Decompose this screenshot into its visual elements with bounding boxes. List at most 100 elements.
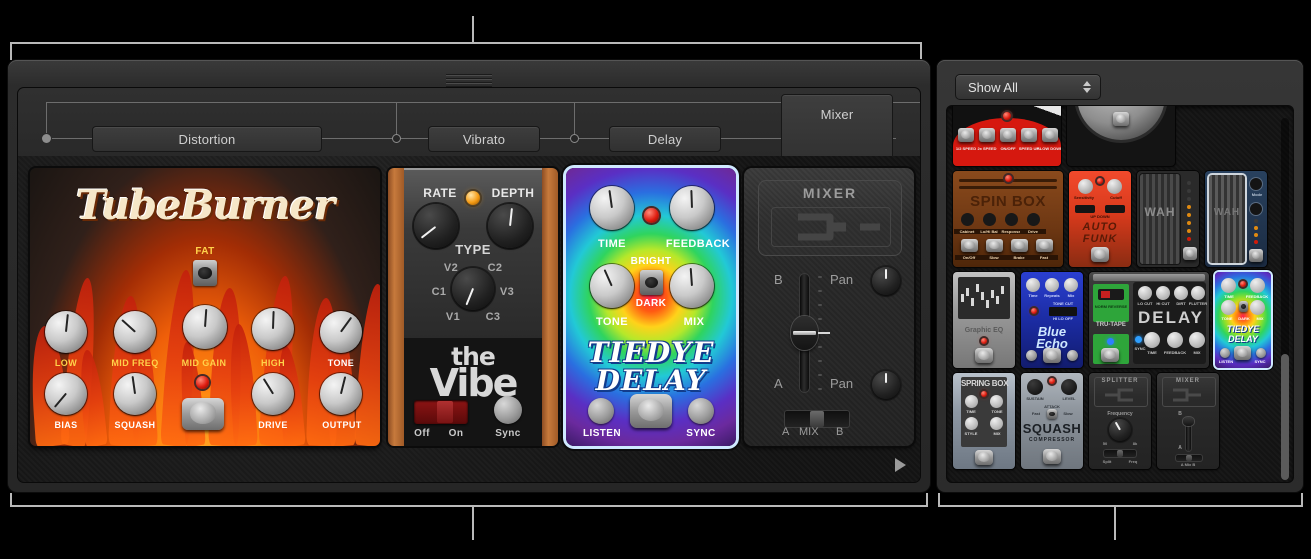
tiedye-time-knob[interactable]	[590, 186, 634, 230]
browser-tile-spring-box[interactable]: SPRING BOX TIME TONE STYLE MIX	[953, 373, 1015, 469]
browser-tile-squash-compressor[interactable]: SUSTAIN LEVEL ATTACK Fast Slow SQUASH CO…	[1021, 373, 1083, 469]
tile-knob[interactable]	[1191, 286, 1205, 300]
tiedye-mix-knob[interactable]	[670, 264, 714, 308]
chain-slot-delay[interactable]: Delay	[609, 126, 721, 152]
tile-knob[interactable]	[1221, 278, 1236, 293]
tile-listen-button[interactable]	[1220, 348, 1230, 358]
tubeburner-footswitch[interactable]	[182, 398, 224, 430]
tile-footswitch[interactable]	[1011, 239, 1028, 252]
tiedye-bright-dark-toggle[interactable]	[640, 270, 663, 295]
tile-knob[interactable]	[1027, 213, 1040, 226]
tile-knob[interactable]	[1107, 179, 1122, 194]
tile-knob[interactable]	[965, 395, 978, 408]
browser-tile-total-tremolo[interactable]: Total Tremolo 1/2 SPEED 2x SPEED ON/OFF	[953, 106, 1061, 166]
tile-knob[interactable]	[1189, 332, 1205, 348]
knob-mid-gain[interactable]	[183, 305, 227, 349]
tile-knob[interactable]	[1156, 286, 1170, 300]
tiedye-feedback-knob[interactable]	[670, 186, 714, 230]
tile-knob[interactable]	[1064, 278, 1078, 292]
tile-sync-button[interactable]	[1067, 350, 1078, 361]
tile-knob[interactable]	[1078, 179, 1093, 194]
knob-high[interactable]	[252, 308, 294, 350]
tile-sync-button[interactable]	[1256, 348, 1266, 358]
tile-footswitch[interactable]	[1113, 112, 1129, 126]
tile-footswitch[interactable]	[1234, 346, 1251, 360]
browser-tile-wah-dark[interactable]: WAH	[1137, 171, 1199, 267]
tiedye-listen-button[interactable]	[588, 398, 614, 424]
tiedye-footswitch[interactable]	[630, 394, 672, 428]
browser-tile-mixer[interactable]: MIXER B A A Mix B	[1157, 373, 1219, 469]
tile-footswitch[interactable]	[1036, 239, 1053, 252]
browser-scrollbar-thumb[interactable]	[1281, 354, 1289, 480]
browser-tile-splitter[interactable]: SPLITTER Frequency 50 8k Split Freq	[1089, 373, 1151, 469]
knob-low[interactable]	[45, 311, 87, 353]
chain-slot-distortion[interactable]: Distortion	[92, 126, 322, 152]
chain-slot-mixer[interactable]: Mixer	[781, 94, 893, 156]
tile-knob[interactable]	[1138, 286, 1152, 300]
deck-scroll-right-arrow[interactable]	[895, 458, 906, 472]
tile-knob[interactable]	[965, 417, 978, 430]
tile-footswitch[interactable]	[1043, 348, 1061, 363]
browser-tile-spin-box[interactable]: SPIN BOX Cabinet Lo/Hi Bal Response Driv…	[953, 171, 1063, 267]
vibe-onoff-switch[interactable]	[414, 400, 468, 424]
tile-knob[interactable]	[1026, 278, 1040, 292]
chain-node-1[interactable]	[392, 134, 401, 143]
tiedye-tone-knob[interactable]	[590, 264, 634, 308]
knob-bias[interactable]	[45, 373, 87, 415]
pedal-tubeburner[interactable]: TubeBurner FAT LOW MID FREQ MID GAIN HIG…	[30, 168, 380, 446]
tile-knob[interactable]	[990, 417, 1003, 430]
tubeburner-fat-toggle[interactable]	[193, 260, 217, 286]
tile-footswitch[interactable]	[1021, 128, 1037, 142]
browser-filter-popup[interactable]: Show All	[955, 74, 1101, 100]
knob-tone[interactable]	[320, 311, 362, 353]
tile-footswitch[interactable]	[958, 128, 974, 142]
tile-footswitch[interactable]	[1042, 128, 1058, 142]
tile-footswitch[interactable]	[1183, 247, 1197, 260]
tile-footswitch[interactable]	[1091, 247, 1109, 262]
tile-footswitch[interactable]	[975, 348, 993, 363]
knob-output[interactable]	[320, 373, 362, 415]
tile-footswitch[interactable]	[1249, 249, 1263, 262]
vibe-sync-button[interactable]	[494, 396, 522, 424]
tile-footswitch[interactable]	[961, 239, 978, 252]
browser-tile-blue-echo[interactable]: Time Repeats Mix TONE CUT HI LO OFF Blue…	[1021, 272, 1083, 368]
chain-node-input[interactable]	[42, 134, 51, 143]
browser-tile-auto-funk[interactable]: Sensitivity Cutoff UP DOWN AUTO FUNK	[1069, 171, 1131, 267]
mixer-pan-knob-b[interactable]	[872, 267, 900, 295]
tile-split-freq-slider[interactable]	[1103, 449, 1137, 458]
tile-footswitch[interactable]	[979, 128, 995, 142]
tile-bright-dark-toggle[interactable]	[1239, 301, 1248, 312]
knob-squash[interactable]	[114, 373, 156, 415]
tile-knob[interactable]	[1250, 203, 1262, 215]
tile-knob[interactable]	[1045, 278, 1059, 292]
tile-knob-frequency[interactable]	[1109, 419, 1131, 441]
tile-knob[interactable]	[1167, 332, 1183, 348]
tile-mute-button[interactable]	[1026, 350, 1037, 361]
tile-knob[interactable]	[990, 395, 1003, 408]
tile-knob[interactable]	[983, 213, 996, 226]
browser-tile-graphic-eq[interactable]: Graphic EQ	[953, 272, 1015, 368]
knob-mid-freq[interactable]	[114, 311, 156, 353]
pedal-browser-shelf[interactable]: Total Tremolo 1/2 SPEED 2x SPEED ON/OFF	[947, 106, 1293, 482]
tile-footswitch[interactable]	[986, 239, 1003, 252]
chain-slot-vibrato[interactable]: Vibrato	[428, 126, 540, 152]
pedal-vibe[interactable]: RATE DEPTH TYPE V2 C2 C1 V3 V1 C3 the Vi…	[388, 168, 558, 446]
tile-attack-toggle[interactable]	[1047, 409, 1057, 419]
tile-mixer-ab-slider[interactable]	[1175, 454, 1203, 462]
chevron-updown-icon[interactable]	[1083, 81, 1091, 93]
browser-tile-rotor-cabinet[interactable]	[1067, 106, 1175, 166]
tile-footswitch[interactable]	[975, 450, 993, 465]
browser-scrollbar-track[interactable]	[1281, 118, 1289, 480]
window-grip-handle[interactable]	[446, 74, 492, 88]
vibe-type-knob[interactable]	[452, 268, 494, 310]
browser-tile-tru-tape-delay[interactable]: NORM REVERSE TRU-TAPE LO CUT HI CUT DIRT	[1089, 272, 1209, 368]
chain-node-2[interactable]	[570, 134, 579, 143]
browser-tile-tiedye-delay[interactable]: TIME FEEDBACK TONE DARK MIX TIEDYE DELAY	[1215, 272, 1271, 368]
tile-knob[interactable]	[1250, 278, 1265, 293]
pedal-mixer-module[interactable]: MIXER B A Pan Pan A MIX B	[744, 168, 914, 446]
tile-knob[interactable]	[1250, 178, 1262, 190]
tile-footswitch[interactable]	[1043, 449, 1061, 464]
tile-knob[interactable]	[1005, 213, 1018, 226]
mixer-slider-thumb[interactable]	[791, 316, 818, 350]
tile-knob[interactable]	[961, 213, 974, 226]
